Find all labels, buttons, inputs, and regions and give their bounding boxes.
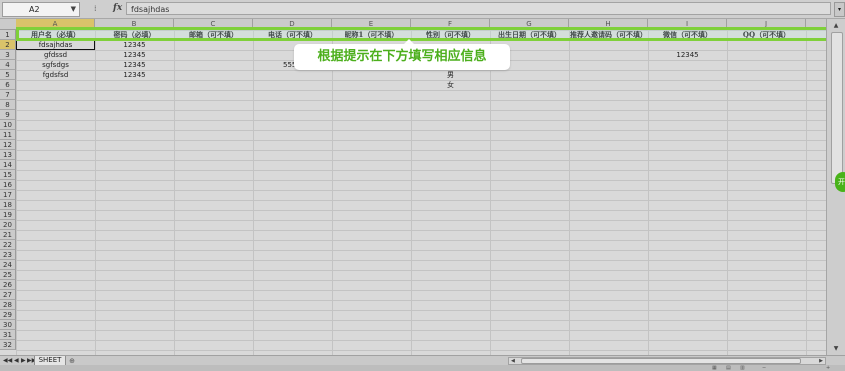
row-header-26[interactable]: 26	[0, 280, 16, 290]
row-header-6[interactable]: 6	[0, 80, 16, 90]
row-header-16[interactable]: 16	[0, 180, 16, 190]
username-cell[interactable]: fgdsfsd	[16, 70, 95, 80]
column-header-b[interactable]: B	[95, 19, 174, 29]
row-header-21[interactable]: 21	[0, 230, 16, 240]
row-header-11[interactable]: 11	[0, 130, 16, 140]
row-header-32[interactable]: 32	[0, 340, 16, 350]
row-header-4[interactable]: 4	[0, 60, 16, 70]
username-cell[interactable]: sgfsdgs	[16, 60, 95, 70]
splitter-handle[interactable]: ⁞	[94, 4, 96, 13]
select-all-corner[interactable]	[0, 19, 17, 30]
normal-view-icon[interactable]: ▦	[712, 365, 717, 371]
phone-cell[interactable]	[253, 80, 332, 90]
header-cell[interactable]: QQ（可不填）	[727, 30, 806, 40]
gender-cell[interactable]: 女	[411, 80, 490, 90]
name-box[interactable]: A2 ▼	[2, 2, 80, 17]
password-cell[interactable]: 12345	[95, 60, 174, 70]
expand-formula-icon[interactable]: ▾	[834, 2, 845, 17]
header-cell[interactable]: 昵称1（可不填）	[332, 30, 411, 40]
row-header-29[interactable]: 29	[0, 310, 16, 320]
column-header-a[interactable]: A	[16, 19, 95, 29]
column-header-j[interactable]: J	[727, 19, 806, 29]
horizontal-scrollbar[interactable]: ◀ ▶	[508, 357, 826, 365]
status-bar: ▦ ▤ ▥ − +	[0, 365, 845, 371]
gender-cell[interactable]: 男	[411, 70, 490, 80]
guide-tooltip: 根据提示在下方填写相应信息	[294, 44, 510, 70]
scroll-left-icon[interactable]: ◀	[511, 358, 515, 364]
row-header-31[interactable]: 31	[0, 330, 16, 340]
row-header-23[interactable]: 23	[0, 250, 16, 260]
header-cell[interactable]: 推荐人邀请码（可不填）	[569, 30, 648, 40]
fx-icon[interactable]: fx	[113, 3, 122, 13]
zoom-out-icon[interactable]: −	[762, 365, 766, 371]
row-header-9[interactable]: 9	[0, 110, 16, 120]
formula-bar: A2 ▼ ⁞ fx fdsajhdas ▾	[0, 0, 845, 19]
username-cell[interactable]: gfdssd	[16, 50, 95, 60]
name-box-value: A2	[29, 5, 40, 14]
header-cell[interactable]: 电话（可不填）	[253, 30, 332, 40]
row-header-2[interactable]: 2	[0, 40, 16, 50]
row-header-22[interactable]: 22	[0, 240, 16, 250]
header-cell[interactable]: 用户名（必填）	[16, 30, 95, 40]
phone-cell[interactable]	[253, 70, 332, 80]
scroll-down-icon[interactable]: ▼	[830, 344, 842, 353]
page-layout-icon[interactable]: ▤	[726, 365, 731, 371]
column-header-f[interactable]: F	[411, 19, 490, 29]
side-panel-tab[interactable]: 开	[835, 172, 845, 192]
header-cell[interactable]: 邮箱（可不填）	[174, 30, 253, 40]
row-header-5[interactable]: 5	[0, 70, 16, 80]
row-header-25[interactable]: 25	[0, 270, 16, 280]
wechat-cell[interactable]	[648, 80, 727, 90]
formula-input[interactable]: fdsajhdas	[126, 2, 831, 15]
row-header-14[interactable]: 14	[0, 160, 16, 170]
row-header-12[interactable]: 12	[0, 140, 16, 150]
row-header-24[interactable]: 24	[0, 260, 16, 270]
horizontal-scroll-thumb[interactable]	[521, 358, 801, 364]
chevron-down-icon[interactable]: ▼	[71, 3, 76, 16]
header-cell[interactable]: 密码（必填）	[95, 30, 174, 40]
scroll-right-icon[interactable]: ▶	[819, 358, 823, 364]
column-headers: ABCDEFGHIJK	[16, 19, 845, 29]
row-header-27[interactable]: 27	[0, 290, 16, 300]
password-cell[interactable]: 12345	[95, 50, 174, 60]
column-header-g[interactable]: G	[490, 19, 569, 29]
row-header-10[interactable]: 10	[0, 120, 16, 130]
wechat-cell[interactable]	[648, 60, 727, 70]
username-cell[interactable]	[16, 80, 95, 90]
page-break-icon[interactable]: ▥	[740, 365, 745, 371]
wechat-cell[interactable]: 12345	[648, 50, 727, 60]
password-cell[interactable]: 12345	[95, 70, 174, 80]
row-header-28[interactable]: 28	[0, 300, 16, 310]
row-header-20[interactable]: 20	[0, 220, 16, 230]
column-header-i[interactable]: I	[648, 19, 727, 29]
row-header-18[interactable]: 18	[0, 200, 16, 210]
column-header-c[interactable]: C	[174, 19, 253, 29]
header-cell[interactable]: 微信（可不填）	[648, 30, 727, 40]
row-header-1[interactable]: 1	[0, 30, 16, 40]
header-cell[interactable]: 出生日期（可不填）	[490, 30, 569, 40]
zoom-in-icon[interactable]: +	[826, 365, 830, 371]
row-header-8[interactable]: 8	[0, 100, 16, 110]
header-cell[interactable]: 性别（可不填）	[411, 30, 490, 40]
row-header-17[interactable]: 17	[0, 190, 16, 200]
row-header-13[interactable]: 13	[0, 150, 16, 160]
password-cell[interactable]: 12345	[95, 40, 174, 50]
scroll-up-icon[interactable]: ▲	[830, 21, 842, 30]
cell-grid[interactable]: 用户名（必填） 密码（必填） 邮箱（可不填） 电话（可不填） 昵称1（可不填） 性别（可不…	[16, 30, 826, 355]
header-cell[interactable]: 用户等	[806, 30, 826, 40]
username-cell[interactable]: fdsajhdas	[16, 40, 95, 50]
row-header-7[interactable]: 7	[0, 90, 16, 100]
row-header-19[interactable]: 19	[0, 210, 16, 220]
vertical-scroll-thumb[interactable]	[831, 32, 843, 184]
row-header-15[interactable]: 15	[0, 170, 16, 180]
column-header-d[interactable]: D	[253, 19, 332, 29]
wechat-cell[interactable]	[648, 70, 727, 80]
row-header-3[interactable]: 3	[0, 50, 16, 60]
wechat-cell[interactable]	[648, 40, 727, 50]
row-header-30[interactable]: 30	[0, 320, 16, 330]
password-cell[interactable]	[95, 80, 174, 90]
column-header-e[interactable]: E	[332, 19, 411, 29]
column-header-h[interactable]: H	[569, 19, 648, 29]
